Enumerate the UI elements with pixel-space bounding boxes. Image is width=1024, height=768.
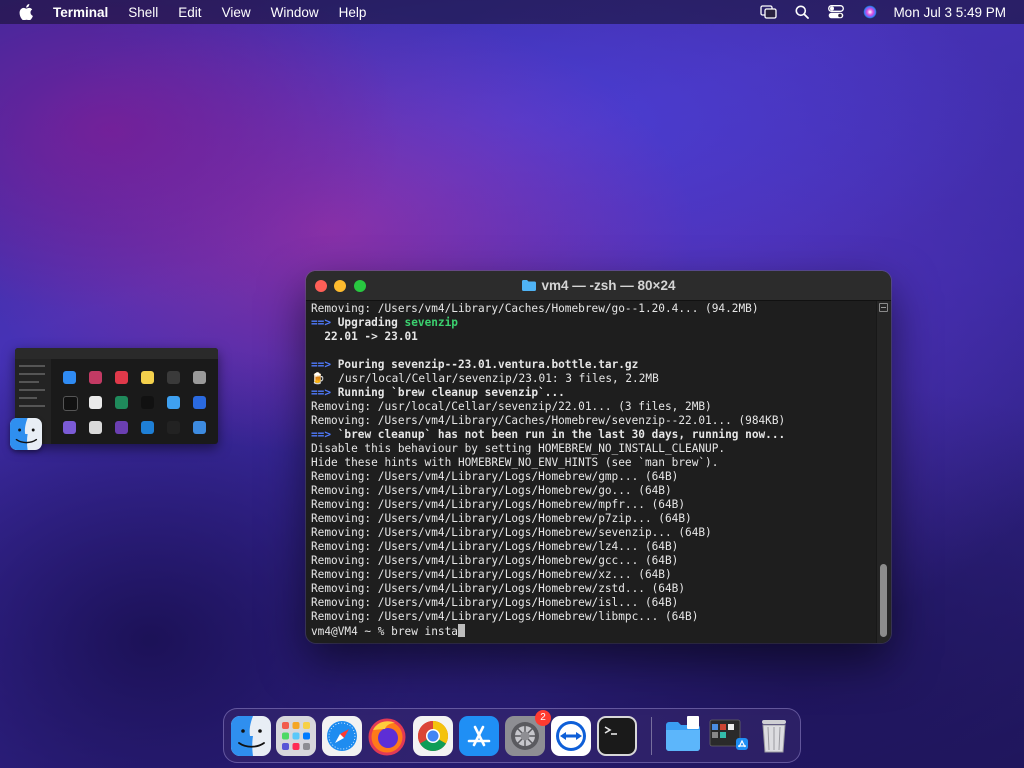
launchpad-icon[interactable] [276, 716, 316, 756]
teamviewer-icon[interactable] [551, 716, 591, 756]
scrollbar-thumb[interactable] [880, 564, 887, 637]
terminal-line: Removing: /Users/vm4/Library/Logs/Homebr… [311, 568, 877, 582]
arrow-marker: ==> [311, 386, 332, 399]
spotlight-search-icon[interactable] [793, 4, 811, 20]
trash-icon[interactable] [754, 716, 794, 756]
app-store-icon[interactable] [459, 716, 499, 756]
arrow-marker: ==> [311, 428, 332, 441]
terminal-scrollbar[interactable] [876, 301, 891, 643]
chrome-icon[interactable] [413, 716, 453, 756]
terminal-text: Removing: /Users/vm4/Library/Logs/Homebr… [311, 526, 712, 539]
terminal-text: Removing: /usr/local/Cellar/sevenzip/22.… [311, 400, 712, 413]
system-settings-icon[interactable]: 2 [505, 710, 551, 756]
control-center-icon[interactable] [827, 4, 845, 20]
terminal-text: `brew cleanup` has not been run in the l… [331, 428, 786, 441]
thumbnail-app-grid [59, 369, 217, 439]
menu-edit[interactable]: Edit [178, 5, 201, 20]
arrow-marker: ==> [311, 358, 332, 371]
terminal-text: Removing: /Users/vm4/Library/Logs/Homebr… [311, 582, 686, 595]
terminal-text: Removing: /Users/vm4/Library/Logs/Homebr… [311, 596, 679, 609]
terminal-text: Hide these hints with HOMEBREW_NO_ENV_HI… [311, 456, 719, 469]
screen-mirroring-icon[interactable] [759, 4, 777, 20]
terminal-text: Removing: /Users/vm4/Library/Logs/Homebr… [311, 568, 672, 581]
terminal-text: Removing: /Users/vm4/Library/Caches/Home… [311, 414, 786, 427]
terminal-line: ==> `brew cleanup` has not been run in t… [311, 428, 877, 442]
scroll-marker-icon[interactable] [879, 303, 888, 312]
terminal-text: Disable this behaviour by setting HOMEBR… [311, 442, 726, 455]
downloads-folder-icon[interactable] [663, 716, 703, 756]
terminal-text: Removing: /Users/vm4/Library/Logs/Homebr… [311, 470, 679, 483]
dock: 2 [223, 708, 801, 763]
notification-badge: 2 [535, 710, 551, 726]
text-cursor [457, 624, 465, 637]
terminal-window[interactable]: vm4 — -zsh — 80×24 Removing: /Users/vm4/… [306, 271, 891, 643]
terminal-line: Removing: /Users/vm4/Library/Logs/Homebr… [311, 582, 877, 596]
menu-bar: Terminal Shell Edit View Window Help Mon… [0, 0, 1024, 24]
terminal-line: Disable this behaviour by setting HOMEBR… [311, 442, 877, 456]
terminal-line: Removing: /Users/vm4/Library/Logs/Homebr… [311, 554, 877, 568]
terminal-line: ==> Running `brew cleanup sevenzip`... [311, 386, 877, 400]
minimized-window-thumbnail[interactable] [15, 348, 218, 444]
terminal-text: Running `brew cleanup sevenzip`... [331, 386, 565, 399]
thumbnail-titlebar [15, 348, 218, 359]
terminal-text: Removing: /Users/vm4/Library/Logs/Homebr… [311, 540, 679, 553]
menu-help[interactable]: Help [339, 5, 367, 20]
command-input[interactable]: brew insta [391, 625, 458, 638]
arrow-marker: ==> [311, 316, 332, 329]
terminal-line: Removing: /usr/local/Cellar/sevenzip/22.… [311, 400, 877, 414]
shell-prompt: vm4@VM4 ~ % [311, 625, 392, 638]
terminal-line: Removing: /Users/vm4/Library/Logs/Homebr… [311, 498, 877, 512]
terminal-line: 🍺 /usr/local/Cellar/sevenzip/23.01: 3 fi… [311, 372, 877, 386]
home-folder-icon [521, 279, 536, 291]
terminal-text: Removing: /Users/vm4/Library/Logs/Homebr… [311, 498, 686, 511]
terminal-line: Removing: /Users/vm4/Library/Caches/Home… [311, 302, 877, 316]
terminal-icon[interactable] [597, 716, 637, 756]
terminal-line: ==> Pouring sevenzip--23.01.ventura.bott… [311, 358, 877, 372]
menu-shell[interactable]: Shell [128, 5, 158, 20]
terminal-line: Removing: /Users/vm4/Library/Caches/Home… [311, 414, 877, 428]
terminal-line: ==> Upgrading sevenzip [311, 316, 877, 330]
terminal-line: Removing: /Users/vm4/Library/Logs/Homebr… [311, 540, 877, 554]
siri-icon[interactable] [861, 4, 879, 20]
terminal-text: sevenzip [404, 316, 458, 329]
terminal-titlebar[interactable]: vm4 — -zsh — 80×24 [306, 271, 891, 301]
menu-app-name[interactable]: Terminal [53, 5, 108, 20]
applications-stack-icon[interactable] [708, 716, 748, 756]
terminal-text: Removing: /Users/vm4/Library/Logs/Homebr… [311, 554, 679, 567]
terminal-line: Removing: /Users/vm4/Library/Logs/Homebr… [311, 596, 877, 610]
terminal-text: Removing: /Users/vm4/Library/Logs/Homebr… [311, 610, 699, 623]
menubar-clock[interactable]: Mon Jul 3 5:49 PM [893, 5, 1006, 20]
terminal-text: Upgrading [331, 316, 405, 329]
terminal-line: Removing: /Users/vm4/Library/Logs/Homebr… [311, 512, 877, 526]
terminal-text: Removing: /Users/vm4/Library/Logs/Homebr… [311, 512, 692, 525]
terminal-text: 22.01 -> 23.01 [311, 330, 418, 343]
terminal-text: Removing: /Users/vm4/Library/Caches/Home… [311, 302, 759, 315]
apple-menu-icon[interactable] [19, 4, 33, 20]
dock-separator [651, 717, 652, 755]
finder-icon[interactable] [231, 716, 271, 756]
terminal-line: Hide these hints with HOMEBREW_NO_ENV_HI… [311, 456, 877, 470]
safari-icon[interactable] [322, 716, 362, 756]
terminal-prompt-line[interactable]: vm4@VM4 ~ % brew insta [311, 624, 877, 638]
firefox-icon[interactable] [367, 716, 407, 756]
finder-thumbnail-icon[interactable] [10, 418, 42, 450]
menu-view[interactable]: View [222, 5, 251, 20]
terminal-line: 22.01 -> 23.01 [311, 330, 877, 344]
terminal-output[interactable]: Removing: /Users/vm4/Library/Caches/Home… [306, 301, 877, 643]
terminal-line: Removing: /Users/vm4/Library/Logs/Homebr… [311, 610, 877, 624]
menu-window[interactable]: Window [271, 5, 319, 20]
terminal-line: Removing: /Users/vm4/Library/Logs/Homebr… [311, 484, 877, 498]
terminal-text: 🍺 [311, 372, 325, 385]
terminal-text: Pouring sevenzip--23.01.ventura.bottle.t… [331, 358, 639, 371]
terminal-text: /usr/local/Cellar/sevenzip/23.01: 3 file… [324, 372, 659, 385]
terminal-line: Removing: /Users/vm4/Library/Logs/Homebr… [311, 470, 877, 484]
terminal-line: Removing: /Users/vm4/Library/Logs/Homebr… [311, 526, 877, 540]
terminal-window-title: vm4 — -zsh — 80×24 [541, 278, 676, 293]
terminal-text: Removing: /Users/vm4/Library/Logs/Homebr… [311, 484, 672, 497]
